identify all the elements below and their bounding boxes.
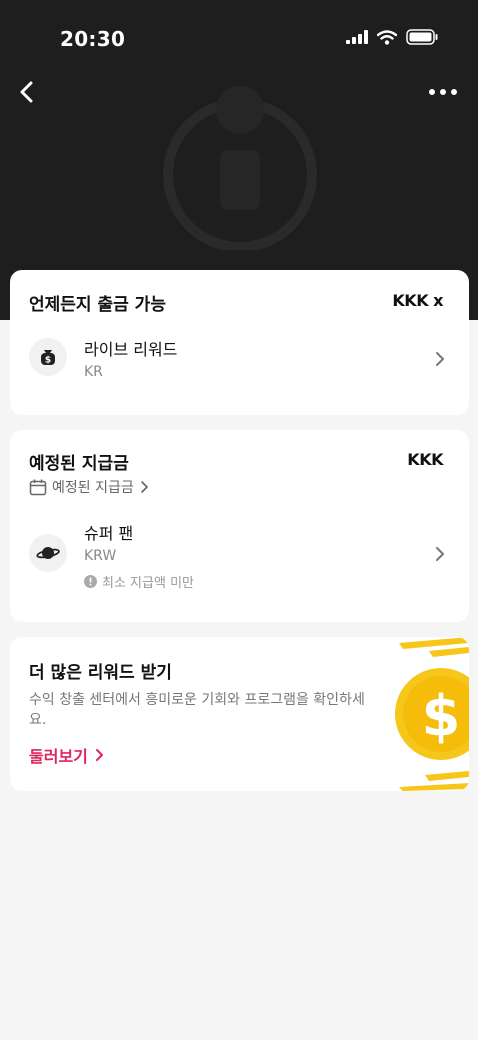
chevron-right-icon xyxy=(436,547,444,561)
chevron-right-icon xyxy=(436,352,444,366)
svg-text:$: $ xyxy=(45,356,51,366)
status-icons xyxy=(346,29,438,45)
status-bar: 20:30 xyxy=(0,0,478,78)
signal-icon xyxy=(346,30,368,44)
scheduled-payout-link[interactable]: 예정된 지급금 xyxy=(29,477,149,497)
explore-link-label: 둘러보기 xyxy=(29,747,88,766)
header-background-graphic xyxy=(163,86,317,250)
money-bag-icon-wrap: $ xyxy=(29,338,67,376)
minimum-payout-note: 최소 지급액 미만 xyxy=(84,572,194,591)
live-reward-amount: KR xyxy=(84,364,103,380)
scheduled-amount: KKK xyxy=(407,450,443,469)
chevron-right-icon xyxy=(95,749,103,761)
super-fan-label: 슈퍼 팬 xyxy=(84,524,134,543)
back-icon[interactable] xyxy=(12,76,44,108)
withdrawable-amount: KKK x xyxy=(392,291,443,310)
minimum-payout-text: 최소 지급액 미만 xyxy=(102,576,194,591)
planet-icon xyxy=(36,547,60,559)
super-fan-amount: KRW xyxy=(84,548,117,564)
money-bag-icon: $ xyxy=(41,350,55,366)
more-rewards-card[interactable]: 더 많은 리워드 받기 수익 창출 센터에서 흥미로운 기회와 프로그램을 확인… xyxy=(10,637,469,791)
withdrawable-card: 언제든지 출금 가능 KKK x $ 라이브 리워드 KR xyxy=(10,270,469,415)
scheduled-payout-card: 예정된 지급금 KKK 예정된 지급금 슈퍼 팬 KRW 최소 지급액 미만 xyxy=(10,430,469,622)
super-fan-row[interactable]: 슈퍼 팬 KRW xyxy=(10,515,469,595)
live-reward-row[interactable]: $ 라이브 리워드 KR xyxy=(10,330,469,390)
status-time: 20:30 xyxy=(60,27,126,51)
scheduled-title: 예정된 지급금 xyxy=(29,454,129,474)
battery-icon xyxy=(406,29,438,45)
more-icon[interactable] xyxy=(426,80,460,104)
scheduled-link-label: 예정된 지급금 xyxy=(52,480,134,496)
info-icon xyxy=(84,575,97,588)
withdrawable-title: 언제든지 출금 가능 xyxy=(29,295,166,315)
svg-text:$: $ xyxy=(422,684,461,749)
planet-icon-wrap xyxy=(29,534,67,572)
live-reward-label: 라이브 리워드 xyxy=(84,340,178,359)
explore-link[interactable]: 둘러보기 xyxy=(29,743,104,767)
wifi-icon xyxy=(377,29,397,45)
calendar-icon xyxy=(29,479,47,495)
chevron-right-icon xyxy=(140,481,148,493)
promo-title: 더 많은 리워드 받기 xyxy=(29,663,172,683)
dollar-coin-icon: $ xyxy=(395,637,469,791)
promo-description: 수익 창출 센터에서 흥미로운 기회와 프로그램을 확인하세요. xyxy=(29,692,365,728)
